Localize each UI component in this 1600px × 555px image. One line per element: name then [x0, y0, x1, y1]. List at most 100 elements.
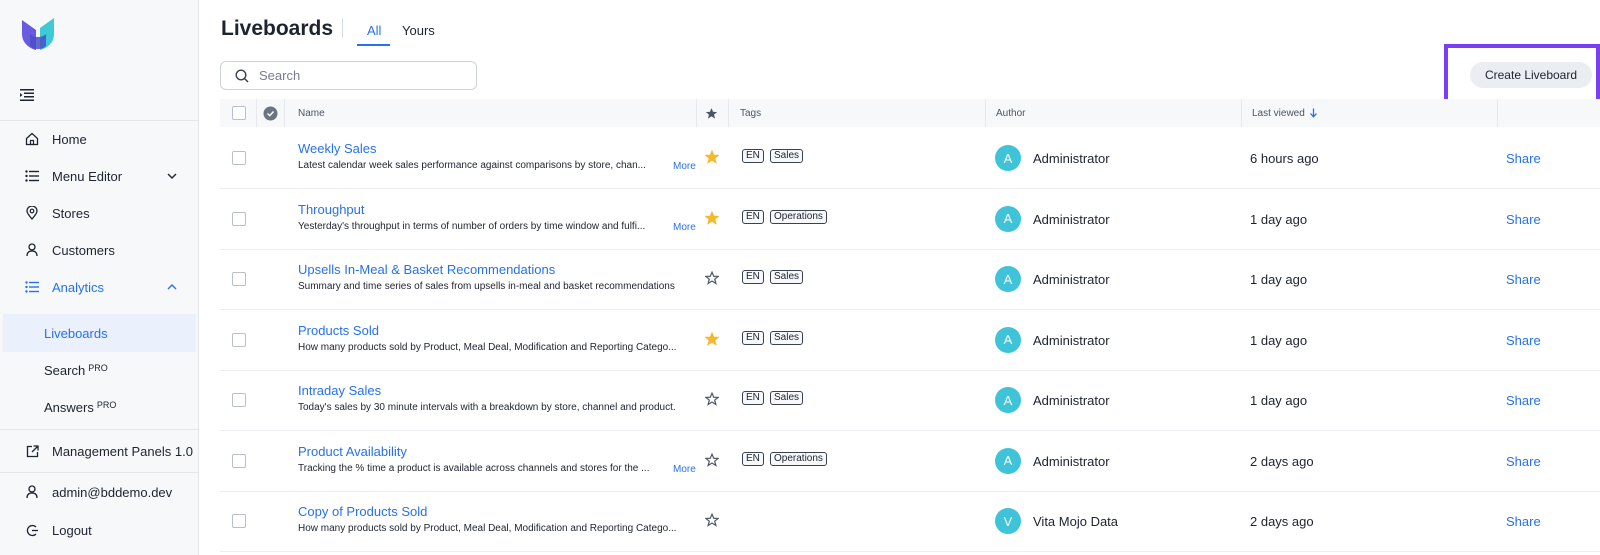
tab-all[interactable]: All	[367, 23, 381, 38]
tag-badge[interactable]: EN	[742, 270, 764, 284]
author-name: Administrator	[1033, 211, 1110, 227]
tag-badge[interactable]: Sales	[770, 391, 804, 405]
liveboard-description: How many products sold by Product, Meal …	[298, 341, 677, 353]
sidebar-item-liveboards[interactable]: Liveboards	[3, 314, 196, 352]
row-checkbox[interactable]	[232, 211, 246, 226]
table-row[interactable]: Product Availability Tracking the % time …	[220, 430, 1600, 492]
select-all-cell	[232, 99, 246, 127]
table-row[interactable]: Throughput Yesterday's throughput in term…	[220, 188, 1600, 250]
last-viewed-time: 2 days ago	[1250, 453, 1314, 469]
more-link[interactable]: More	[673, 464, 696, 475]
share-link[interactable]: Share	[1506, 151, 1541, 166]
star-filled-icon[interactable]	[705, 150, 719, 164]
row-checkbox[interactable]	[232, 151, 246, 165]
liveboard-description: Tracking the % time a product is availab…	[298, 462, 650, 474]
tag-badge[interactable]: Operations	[770, 209, 827, 224]
more-link[interactable]: More	[673, 161, 696, 172]
star-outline-icon[interactable]	[705, 452, 719, 467]
tag-badge[interactable]: EN	[742, 149, 764, 163]
search-box[interactable]	[220, 61, 477, 90]
liveboard-name-link[interactable]: Product Availability	[298, 444, 407, 459]
logout-icon	[24, 522, 40, 538]
column-header-last-viewed[interactable]: Last viewed	[1252, 99, 1318, 127]
share-link[interactable]: Share	[1506, 393, 1541, 408]
tag-badge[interactable]: EN	[742, 391, 764, 405]
nav-item-customers[interactable]: Customers	[0, 232, 199, 268]
liveboard-name-link[interactable]: Copy of Products Sold	[298, 504, 427, 519]
page-title: Liveboards	[221, 17, 334, 40]
sidebar-item-answers[interactable]: Answers PRO	[3, 388, 196, 426]
location-pin-icon	[24, 205, 40, 221]
star-outline-icon[interactable]	[705, 513, 719, 527]
nav-item-analytics[interactable]: Analytics	[0, 269, 199, 305]
table-row[interactable]: Intraday Sales Today's sales by 30 minute…	[220, 369, 1600, 431]
tag-badge[interactable]: Operations	[770, 451, 827, 466]
list-icon	[24, 168, 40, 184]
liveboard-name-link[interactable]: Weekly Sales	[298, 141, 377, 156]
column-header-name[interactable]: Name	[298, 99, 325, 127]
nav-item-menu-editor[interactable]: Menu Editor	[0, 158, 199, 194]
nav-item-stores[interactable]: Stores	[0, 195, 199, 231]
nav-item-home[interactable]: Home	[0, 121, 199, 157]
external-link-icon	[24, 443, 40, 459]
nav-item-logout[interactable]: Logout	[0, 512, 199, 548]
tag-badge[interactable]: Sales	[770, 270, 804, 284]
row-checkbox[interactable]	[232, 453, 246, 468]
tag-badge[interactable]: Sales	[770, 149, 804, 163]
table-row[interactable]: Weekly Sales Latest calendar week sales p…	[220, 127, 1600, 189]
table-row[interactable]: Copy of Products Sold How many products s…	[220, 490, 1600, 552]
search-input[interactable]	[259, 68, 459, 83]
nav-label: Menu Editor	[52, 168, 123, 184]
table-row[interactable]: Products Sold How many products sold by P…	[220, 309, 1600, 371]
chevron-up-icon	[167, 284, 177, 290]
liveboard-name-link[interactable]: Upsells In-Meal & Basket Recommendations	[298, 262, 555, 277]
column-header-author[interactable]: Author	[996, 99, 1025, 127]
sort-arrow-down-icon	[1309, 108, 1317, 118]
share-link[interactable]: Share	[1506, 454, 1541, 469]
table-row[interactable]: Upsells In-Meal & Basket Recommendations…	[220, 248, 1600, 310]
star-outline-icon[interactable]	[705, 271, 719, 285]
sidebar-item-search[interactable]: Search PRO	[3, 351, 196, 389]
liveboard-name-link[interactable]: Products Sold	[298, 323, 379, 338]
author-name: Vita Mojo Data	[1033, 514, 1119, 529]
nav-item-account[interactable]: admin@bddemo.dev	[0, 474, 199, 510]
avatar: A	[995, 266, 1021, 292]
liveboard-name-link[interactable]: Intraday Sales	[298, 383, 381, 398]
star-icon[interactable]	[705, 107, 718, 120]
row-checkbox[interactable]	[232, 332, 246, 347]
row-checkbox[interactable]	[232, 393, 246, 407]
share-link[interactable]: Share	[1506, 514, 1541, 529]
tag-badge[interactable]: EN	[742, 209, 764, 224]
share-link[interactable]: Share	[1506, 212, 1541, 227]
last-viewed-label: Last viewed	[1252, 107, 1305, 119]
nav-divider	[0, 429, 199, 430]
sub-label: Answers	[44, 399, 94, 415]
star-outline-icon[interactable]	[705, 392, 719, 406]
verified-check-icon[interactable]	[263, 106, 278, 121]
liveboard-name-link[interactable]: Throughput	[298, 202, 365, 217]
star-filled-icon[interactable]	[705, 331, 719, 346]
app-logo[interactable]	[20, 16, 56, 52]
liveboard-description: Summary and time series of sales from up…	[298, 281, 675, 292]
create-liveboard-button[interactable]: Create Liveboard	[1470, 62, 1592, 88]
column-header-tags[interactable]: Tags	[740, 99, 761, 127]
column-separator	[284, 99, 285, 127]
share-link[interactable]: Share	[1506, 333, 1541, 348]
tab-yours[interactable]: Yours	[402, 23, 435, 38]
avatar: A	[995, 145, 1021, 171]
pro-badge: PRO	[96, 400, 117, 410]
verified-cell	[263, 99, 278, 127]
collapse-sidebar-icon[interactable]	[20, 89, 34, 101]
row-checkbox[interactable]	[232, 272, 246, 286]
select-all-checkbox[interactable]	[232, 106, 246, 120]
nav-item-management-panels[interactable]: Management Panels 1.0	[0, 433, 199, 469]
tag-badge[interactable]: EN	[742, 451, 764, 466]
column-separator	[985, 99, 986, 127]
share-link[interactable]: Share	[1506, 272, 1541, 287]
more-link[interactable]: More	[673, 222, 696, 233]
tag-badge[interactable]: Sales	[770, 330, 804, 345]
sub-label: Search	[44, 362, 86, 378]
star-filled-icon[interactable]	[705, 210, 719, 225]
row-checkbox[interactable]	[232, 514, 246, 528]
tag-badge[interactable]: EN	[742, 330, 764, 345]
